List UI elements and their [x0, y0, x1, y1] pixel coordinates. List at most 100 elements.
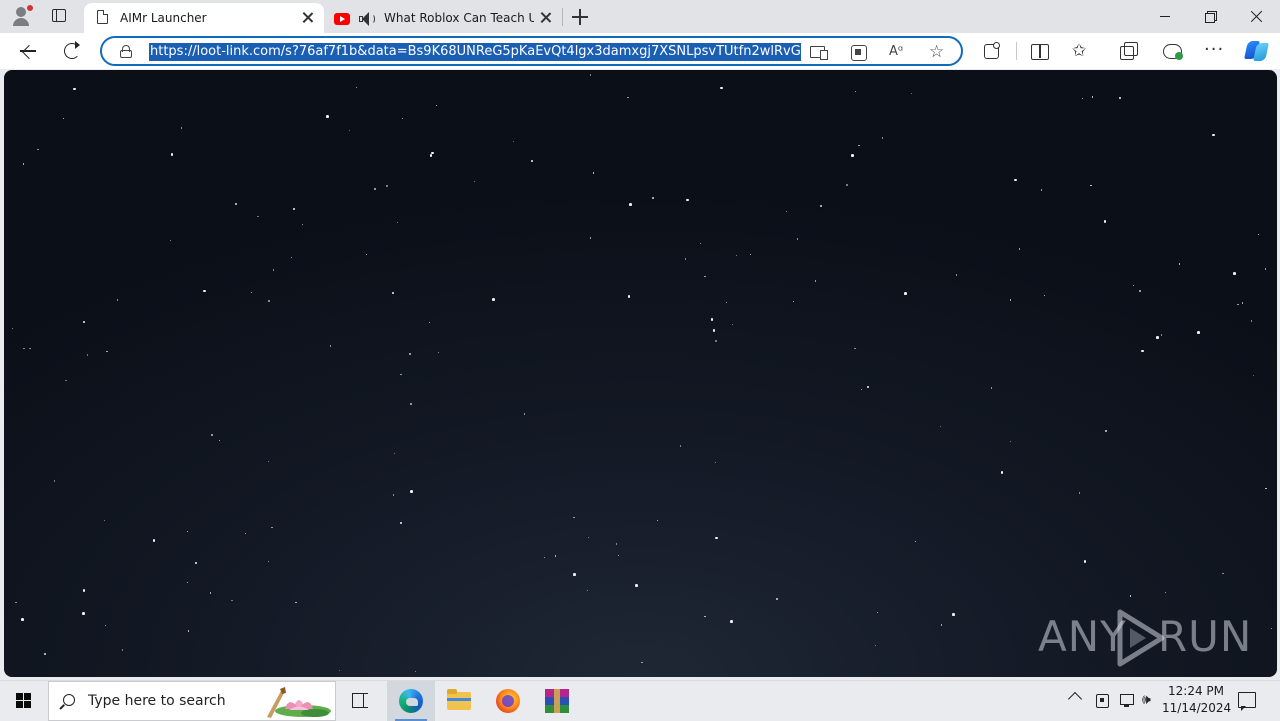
new-tab-button[interactable]: [569, 6, 591, 28]
tab-divider: [562, 8, 563, 26]
taskbar-winrar-button[interactable]: [532, 681, 580, 721]
extensions-icon[interactable]: [980, 40, 1004, 62]
star: [866, 385, 870, 389]
star: [1232, 272, 1236, 275]
tab-close-icon[interactable]: [298, 8, 318, 28]
star: [393, 452, 396, 454]
star: [1160, 334, 1163, 336]
start-button[interactable]: [0, 681, 48, 721]
star: [858, 144, 860, 147]
star: [715, 461, 717, 464]
url-text[interactable]: https://loot-link.com/s?76af7f1b&data=Bs…: [149, 43, 801, 61]
star: [1141, 349, 1144, 353]
star: [940, 624, 943, 626]
star: [104, 625, 107, 627]
network-icon[interactable]: [1118, 691, 1136, 709]
add-favorite-icon[interactable]: ☆: [929, 43, 947, 61]
star: [399, 521, 403, 525]
star: [365, 254, 368, 256]
star: [1009, 440, 1011, 443]
show-hidden-icons-chevron-up-icon[interactable]: [1067, 691, 1083, 707]
star: [1139, 290, 1141, 292]
edge-icon: [399, 689, 423, 713]
task-view-button[interactable]: [340, 681, 380, 721]
refresh-button[interactable]: [58, 37, 86, 65]
star: [374, 188, 376, 190]
star: [103, 520, 106, 522]
star: [429, 154, 433, 157]
star: [396, 221, 399, 224]
star: [700, 242, 702, 245]
star: [641, 661, 643, 664]
star: [1164, 592, 1167, 594]
browser-essentials-icon[interactable]: [1161, 40, 1185, 62]
read-aloud-icon[interactable]: Aᵅ: [889, 43, 907, 61]
star: [37, 148, 39, 151]
immersive-reader-icon[interactable]: [809, 43, 828, 61]
star: [194, 561, 198, 565]
star: [186, 530, 188, 533]
restore-button[interactable]: [1188, 0, 1234, 33]
favorites-icon[interactable]: ✩: [1072, 40, 1096, 62]
star: [1083, 560, 1087, 564]
windows-logo-icon: [16, 693, 32, 709]
more-options-icon[interactable]: ···: [1204, 40, 1228, 62]
profile-avatar-icon[interactable]: [10, 5, 34, 27]
star: [846, 184, 848, 186]
taskbar-firefox-button[interactable]: [484, 681, 532, 721]
star: [814, 280, 817, 282]
star: [749, 253, 751, 256]
star: [1132, 284, 1135, 286]
star: [1018, 248, 1021, 250]
tab-aimr-launcher[interactable]: AIMr Launcher: [84, 3, 324, 33]
star: [257, 215, 259, 217]
lotus-highlight-icon: [267, 687, 331, 718]
star: [1264, 268, 1267, 270]
star: [271, 526, 273, 529]
anyrun-watermark-logo: ANY RUN: [1038, 606, 1251, 670]
star: [715, 536, 718, 540]
tab-title: What Roblox Can Teach Us A: [384, 11, 534, 25]
system-clock[interactable]: 12:24 PM 11/14/2024: [1162, 683, 1231, 717]
lock-icon[interactable]: [120, 45, 132, 58]
taskbar-file-explorer-button[interactable]: [435, 681, 483, 721]
star: [776, 598, 778, 600]
copilot-icon[interactable]: [1244, 39, 1270, 63]
tab-audio-icon[interactable]: [358, 11, 376, 27]
star: [940, 425, 942, 427]
star: [170, 153, 174, 157]
tab-actions-icon[interactable]: [50, 8, 68, 24]
close-window-button[interactable]: [1234, 0, 1280, 33]
star: [956, 274, 958, 276]
taskbar-edge-button[interactable]: [387, 681, 435, 721]
star: [530, 159, 534, 163]
star: [23, 348, 25, 350]
taskbar-search-box[interactable]: Type here to search: [48, 681, 336, 721]
volume-icon[interactable]: 🕪: [1142, 691, 1160, 709]
app-available-icon[interactable]: [849, 43, 867, 61]
star: [820, 205, 822, 207]
tab-what-roblox[interactable]: What Roblox Can Teach Us A: [326, 3, 562, 33]
back-button[interactable]: [14, 37, 42, 65]
star: [82, 589, 86, 592]
star: [170, 239, 172, 242]
star: [719, 86, 723, 90]
star: [1040, 189, 1043, 191]
star: [15, 601, 17, 603]
star: [587, 536, 590, 539]
tab-close-icon[interactable]: [536, 8, 556, 28]
star: [122, 649, 124, 651]
star: [1105, 430, 1107, 432]
address-bar[interactable]: https://loot-link.com/s?76af7f1b&data=Bs…: [100, 36, 963, 66]
minimize-button[interactable]: [1142, 0, 1188, 33]
star: [473, 180, 475, 183]
collections-icon[interactable]: [1117, 40, 1141, 62]
star: [627, 295, 631, 298]
star: [627, 97, 629, 99]
notification-center-icon[interactable]: [1238, 692, 1256, 711]
star: [268, 560, 270, 563]
meet-now-icon[interactable]: [1094, 691, 1112, 709]
split-screen-icon[interactable]: [1028, 40, 1052, 62]
star: [268, 300, 270, 302]
star: [54, 480, 56, 482]
